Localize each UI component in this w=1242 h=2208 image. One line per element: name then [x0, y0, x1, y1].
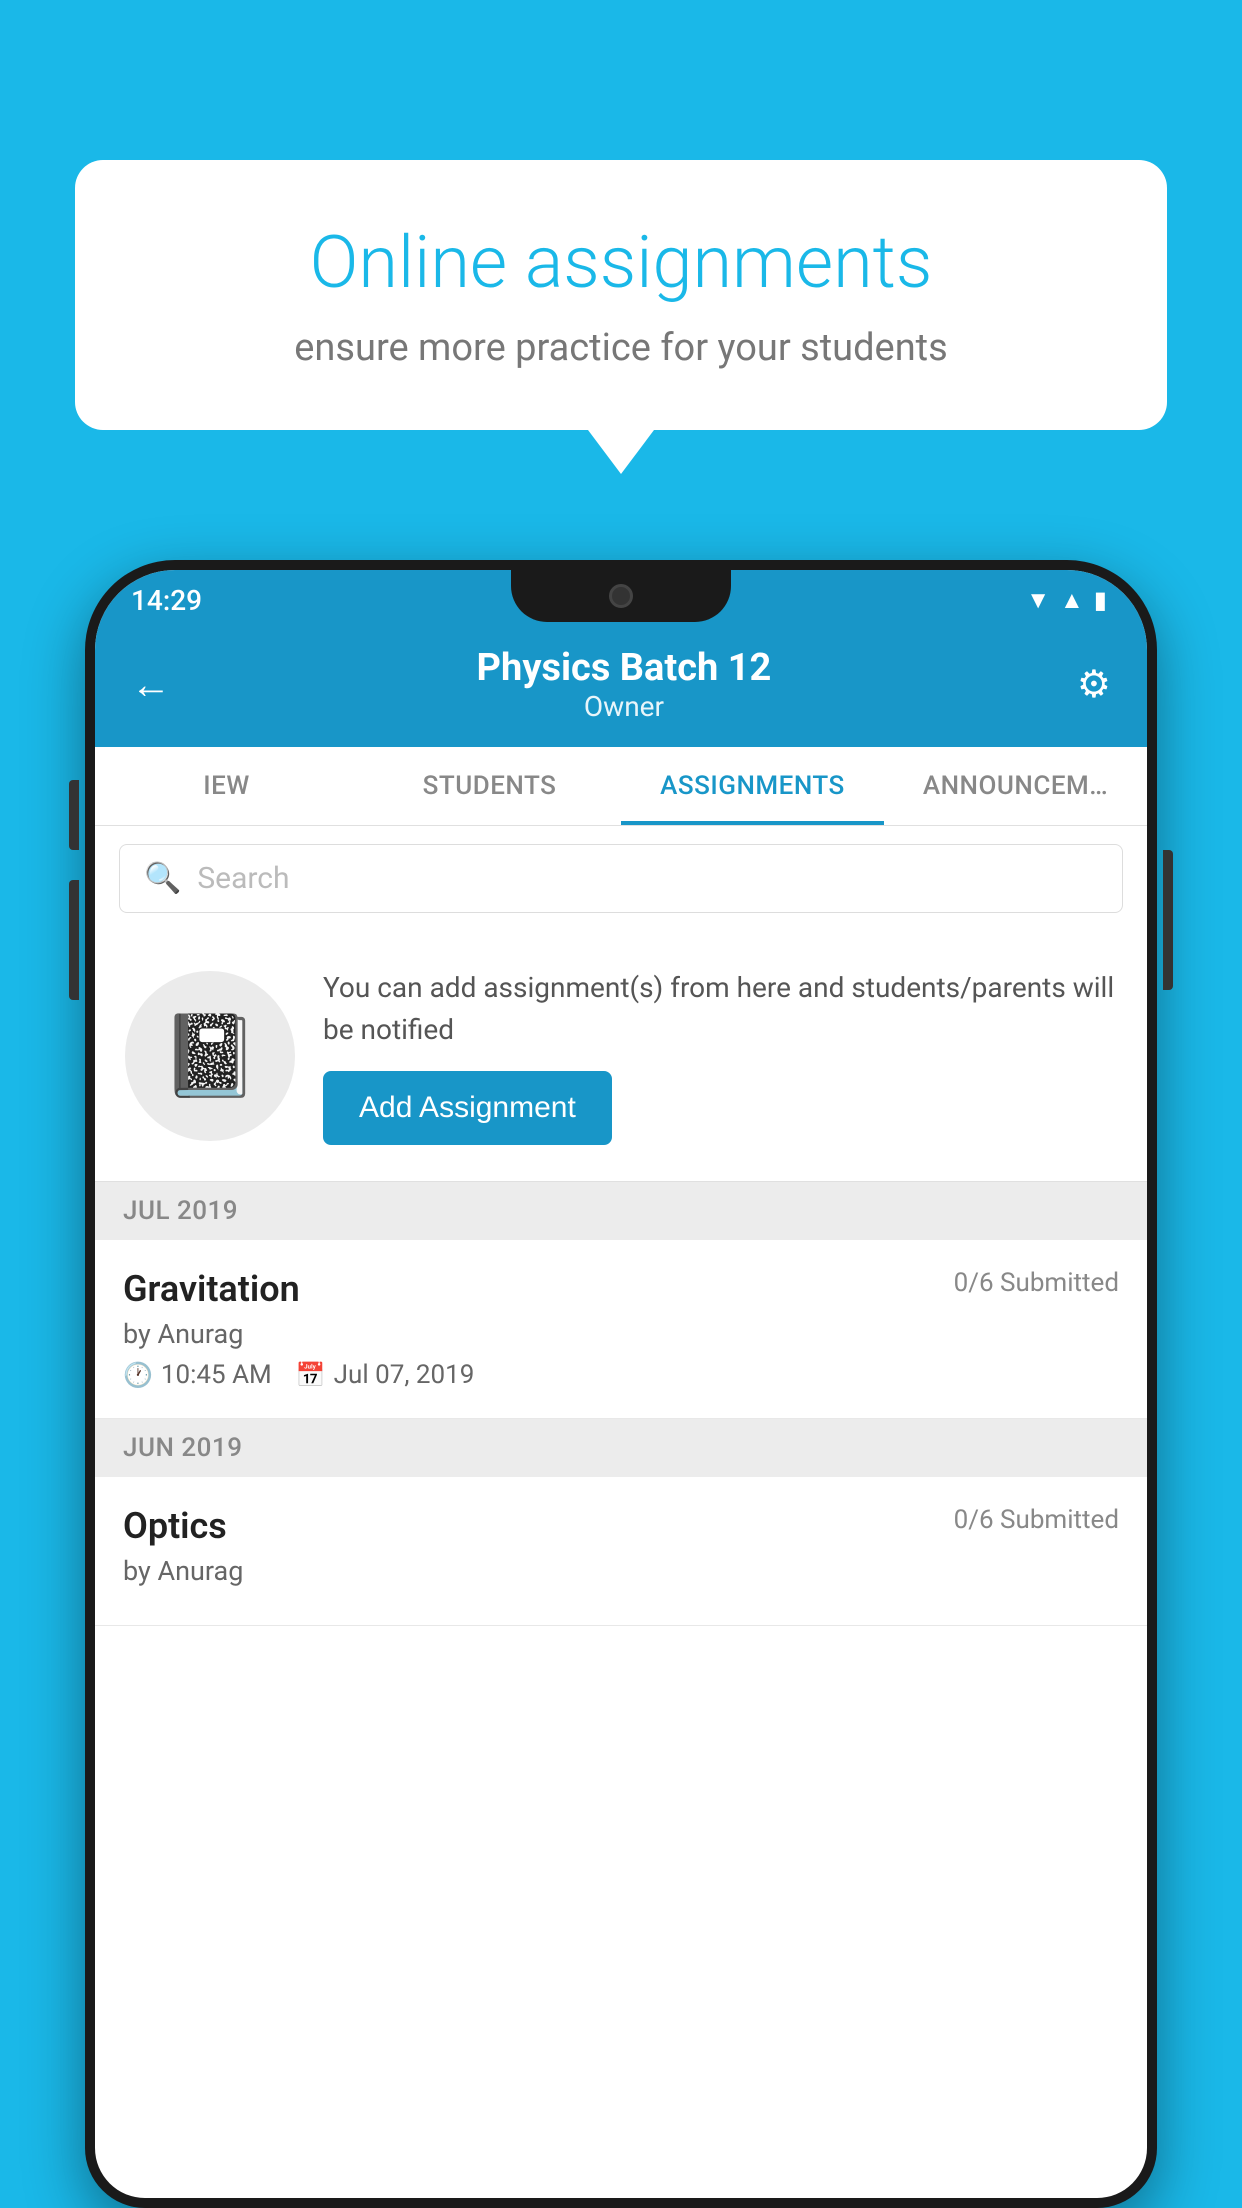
header-title-group: Physics Batch 12 Owner — [477, 646, 772, 723]
search-icon: 🔍 — [144, 861, 181, 896]
speech-bubble-subtitle: ensure more practice for your students — [145, 326, 1097, 370]
assignment-time: 🕐 10:45 AM — [123, 1360, 272, 1390]
volume-down-button — [69, 880, 79, 1000]
tab-assignments[interactable]: ASSIGNMENTS — [621, 747, 884, 825]
assignment-meta: 🕐 10:45 AM 📅 Jul 07, 2019 — [123, 1360, 1119, 1390]
assignment-by-optics: by Anurag — [123, 1555, 1119, 1587]
assignment-submitted: 0/6 Submitted — [954, 1268, 1119, 1298]
month-separator-jun: JUN 2019 — [95, 1419, 1147, 1477]
tab-iew[interactable]: IEW — [95, 747, 358, 825]
status-time: 14:29 — [131, 584, 202, 617]
assignment-name-optics: Optics — [123, 1505, 227, 1547]
month-separator-jul: JUL 2019 — [95, 1182, 1147, 1240]
phone-screen: 14:29 ▼ ▲ ▮ ← Physics Batch 12 Owner ⚙ I… — [95, 570, 1147, 2198]
tab-students[interactable]: STUDENTS — [358, 747, 621, 825]
clock-icon: 🕐 — [123, 1361, 153, 1389]
wifi-icon: ▼ — [1026, 586, 1050, 615]
assignment-header-optics: Optics 0/6 Submitted — [123, 1505, 1119, 1547]
assignment-item-optics[interactable]: Optics 0/6 Submitted by Anurag — [95, 1477, 1147, 1626]
tabs-container: IEW STUDENTS ASSIGNMENTS ANNOUNCEM… — [95, 747, 1147, 826]
assignment-item-gravitation[interactable]: Gravitation 0/6 Submitted by Anurag 🕐 10… — [95, 1240, 1147, 1419]
status-icons: ▼ ▲ ▮ — [1026, 586, 1107, 615]
content-area: 🔍 Search 📓 You can add assignment(s) fro… — [95, 826, 1147, 1626]
header-subtitle: Owner — [477, 690, 772, 723]
empty-state-content: You can add assignment(s) from here and … — [323, 967, 1117, 1145]
empty-state-card: 📓 You can add assignment(s) from here an… — [95, 931, 1147, 1182]
phone-notch — [511, 570, 731, 622]
speech-bubble: Online assignments ensure more practice … — [75, 160, 1167, 430]
back-button[interactable]: ← — [131, 661, 171, 708]
battery-icon: ▮ — [1094, 586, 1107, 614]
assignment-header: Gravitation 0/6 Submitted — [123, 1268, 1119, 1310]
add-assignment-button[interactable]: Add Assignment — [323, 1071, 612, 1145]
assignment-date: 📅 Jul 07, 2019 — [296, 1360, 475, 1390]
power-button — [1163, 850, 1173, 990]
phone-frame: 14:29 ▼ ▲ ▮ ← Physics Batch 12 Owner ⚙ I… — [85, 560, 1157, 2208]
volume-up-button — [69, 780, 79, 850]
tab-announcements[interactable]: ANNOUNCEM… — [884, 747, 1147, 825]
assignment-by: by Anurag — [123, 1318, 1119, 1350]
header-title: Physics Batch 12 — [477, 646, 772, 690]
assignment-name: Gravitation — [123, 1268, 300, 1310]
notebook-icon: 📓 — [160, 1009, 260, 1103]
signal-icon: ▲ — [1060, 586, 1084, 615]
calendar-icon: 📅 — [296, 1361, 326, 1389]
empty-state-description: You can add assignment(s) from here and … — [323, 967, 1117, 1051]
search-bar[interactable]: 🔍 Search — [119, 844, 1123, 913]
speech-bubble-container: Online assignments ensure more practice … — [75, 160, 1167, 430]
front-camera — [609, 584, 633, 608]
settings-icon[interactable]: ⚙ — [1077, 662, 1111, 707]
search-container: 🔍 Search — [95, 826, 1147, 931]
app-header: ← Physics Batch 12 Owner ⚙ — [95, 626, 1147, 747]
assignment-submitted-optics: 0/6 Submitted — [954, 1505, 1119, 1535]
speech-bubble-title: Online assignments — [145, 220, 1097, 306]
assignment-icon-circle: 📓 — [125, 971, 295, 1141]
search-placeholder: Search — [197, 861, 289, 896]
